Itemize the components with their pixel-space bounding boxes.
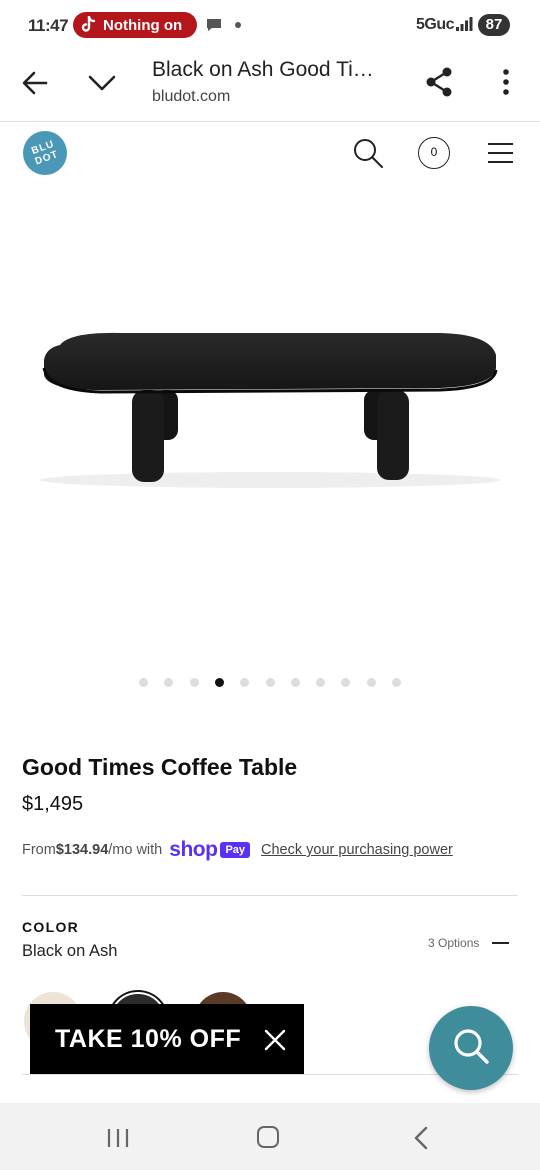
product-image[interactable] bbox=[0, 190, 540, 650]
collapse-icon[interactable] bbox=[492, 942, 509, 944]
financing-info: From $134.94 /mo with shop Pay Check you… bbox=[22, 838, 522, 862]
shop-pay-logo: shop bbox=[169, 838, 218, 861]
back-button[interactable] bbox=[18, 68, 52, 98]
carousel-dot[interactable] bbox=[265, 678, 275, 687]
bludot-logo[interactable]: BLU DOT bbox=[23, 131, 67, 175]
carousel-dot[interactable] bbox=[392, 678, 401, 687]
page-url[interactable]: bludot.com bbox=[152, 88, 230, 106]
carousel-dot[interactable] bbox=[341, 678, 351, 687]
more-notifications-icon bbox=[235, 22, 241, 28]
more-options-icon[interactable] bbox=[498, 67, 514, 97]
shop-pay-badge: Pay bbox=[220, 842, 251, 858]
carousel-dot[interactable] bbox=[366, 678, 376, 687]
share-icon[interactable] bbox=[424, 66, 454, 98]
cart-button[interactable]: 0 bbox=[418, 137, 450, 169]
notification-text: Nothing on bbox=[103, 16, 183, 34]
browser-toolbar: Black on Ash Good Ti… bludot.com bbox=[0, 50, 540, 122]
page-title[interactable]: Black on Ash Good Ti… bbox=[152, 58, 374, 82]
carousel-dot[interactable] bbox=[189, 678, 199, 687]
carousel-dot[interactable] bbox=[214, 678, 224, 687]
product-name: Good Times Coffee Table bbox=[22, 754, 298, 780]
chat-icon bbox=[205, 17, 223, 38]
promo-text: TAKE 10% OFF bbox=[55, 1025, 242, 1053]
network-label: 5Guc bbox=[416, 16, 455, 33]
color-heading: COLOR bbox=[22, 919, 80, 935]
nav-back-icon[interactable] bbox=[412, 1125, 430, 1156]
site-header: BLU DOT 0 bbox=[0, 123, 540, 185]
promo-banner[interactable]: TAKE 10% OFF bbox=[30, 1004, 304, 1074]
recent-apps-icon[interactable] bbox=[106, 1127, 130, 1154]
selected-color: Black on Ash bbox=[22, 942, 118, 960]
chevron-down-icon[interactable] bbox=[86, 70, 118, 96]
options-count[interactable]: 3 Options bbox=[428, 936, 479, 950]
notification-pill[interactable]: Nothing on bbox=[73, 12, 197, 38]
search-icon bbox=[451, 1026, 491, 1071]
search-icon[interactable] bbox=[352, 137, 384, 169]
carousel-dot[interactable] bbox=[240, 678, 250, 687]
carousel-dot[interactable] bbox=[290, 678, 300, 687]
status-bar: 11:47 Nothing on 5Guc 87 bbox=[0, 0, 540, 50]
carousel-dot[interactable] bbox=[316, 678, 326, 687]
carousel-dot[interactable] bbox=[164, 678, 174, 687]
search-fab-button[interactable] bbox=[429, 1006, 513, 1090]
image-carousel-dots[interactable] bbox=[0, 676, 540, 690]
financing-amount: $134.94 bbox=[55, 842, 109, 858]
financing-prefix: From bbox=[22, 842, 56, 858]
divider bbox=[22, 895, 518, 896]
home-icon[interactable] bbox=[257, 1126, 279, 1148]
financing-suffix: /mo with bbox=[108, 842, 163, 858]
close-icon[interactable] bbox=[264, 1029, 286, 1051]
tiktok-icon bbox=[79, 16, 97, 34]
carousel-dot[interactable] bbox=[139, 678, 148, 687]
purchasing-power-link[interactable]: Check your purchasing power bbox=[261, 842, 453, 858]
status-time: 11:47 bbox=[28, 16, 69, 35]
system-nav-bar bbox=[0, 1103, 540, 1170]
logo-text: BLU DOT bbox=[30, 138, 61, 168]
signal-icon bbox=[455, 16, 473, 37]
battery-indicator: 87 bbox=[478, 14, 510, 36]
product-price: $1,495 bbox=[22, 793, 84, 815]
hamburger-menu-icon[interactable] bbox=[487, 142, 514, 164]
